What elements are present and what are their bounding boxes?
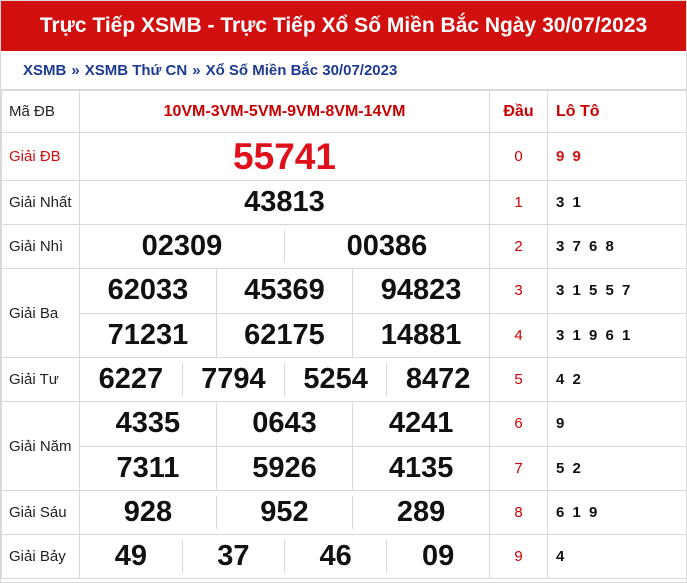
prize-number-ba: 45369: [215, 269, 353, 313]
loto-dau-9: 9: [489, 534, 548, 579]
loto-dau-8: 8: [489, 490, 548, 535]
loto-values-9: 4: [547, 534, 687, 579]
ma-db-code: 10VM-3VM-5VM-9VM-8VM-14VM: [79, 90, 490, 133]
table-row: Giải Nhất 43813 1 3 1: [1, 180, 687, 225]
loto-values-4: 3 1 9 6 1: [547, 312, 687, 358]
prize-number-nam: 4135: [352, 445, 489, 490]
prize-numbers-bay: 49 37 46 09: [79, 534, 490, 579]
prize-number-nhi: 02309: [141, 230, 223, 262]
prize-number-nhat: 43813: [79, 180, 490, 225]
results-table: Mã ĐB 10VM-3VM-5VM-9VM-8VM-14VM Đầu Lô T…: [1, 90, 687, 579]
breadcrumb-link-xsmb-date[interactable]: Xổ Số Miền Bắc 30/07/2023: [206, 62, 398, 79]
prize-label-ba: Giải Ba: [1, 268, 80, 358]
table-row: Giải Nhì 02309 00386 2 3 7 6 8: [1, 224, 687, 269]
loto-dau-0: 0: [489, 132, 548, 181]
loto-values-1: 3 1: [547, 180, 687, 225]
table-row: Mã ĐB 10VM-3VM-5VM-9VM-8VM-14VM Đầu Lô T…: [1, 90, 687, 133]
loto-dau-7: 7: [489, 445, 548, 491]
prize-number-nhi: 00386: [284, 230, 489, 263]
ma-db-label: Mã ĐB: [1, 90, 80, 133]
prize-number-nam: 4335: [115, 407, 181, 440]
prize-number-ba: 71231: [80, 312, 217, 357]
breadcrumb-separator: »: [192, 61, 201, 79]
loto-dau-3: 3: [489, 268, 548, 314]
prize-numbers-ba: 62033 45369 94823 71231 62175 14881: [79, 268, 490, 358]
prize-label-tu: Giải Tư: [1, 357, 80, 402]
dau-header: Đầu: [489, 90, 548, 133]
loto-header: Lô Tô: [547, 90, 687, 133]
table-row: Giải ĐB 55741 0 9 9: [1, 132, 687, 181]
prize-number-nam: 0643: [215, 402, 353, 446]
prize-number-sau: 928: [123, 496, 173, 528]
prize-number-nam: 7311: [80, 445, 217, 490]
table-row: Giải Sáu 928 952 289 8 6 1 9: [1, 490, 687, 535]
loto-values-5: 4 2: [547, 357, 687, 402]
loto-dau-6: 6: [489, 401, 548, 447]
loto-dau-1: 1: [489, 180, 548, 225]
prize-label-nhi: Giải Nhì: [1, 224, 80, 269]
loto-dau-5: 5: [489, 357, 548, 402]
breadcrumb-separator: »: [71, 61, 80, 79]
prize-number-tu: 8472: [386, 363, 489, 396]
prize-number-bay: 37: [181, 540, 285, 573]
prize-number-ba: 94823: [352, 269, 489, 313]
loto-values-0: 9 9: [547, 132, 687, 181]
table-row: Giải Ba 62033 45369 94823 71231 62175 14…: [1, 268, 687, 358]
prize-number-tu: 6227: [98, 363, 164, 395]
breadcrumb-link-xsmb[interactable]: XSMB: [23, 62, 66, 79]
loto-dau-2: 2: [489, 224, 548, 269]
table-row: Giải Tư 6227 7794 5254 8472 5 4 2: [1, 357, 687, 402]
breadcrumb: XSMB » XSMB Thứ CN » Xổ Số Miền Bắc 30/0…: [1, 51, 686, 90]
prize-numbers-tu: 6227 7794 5254 8472: [79, 357, 490, 402]
prize-label-sau: Giải Sáu: [1, 490, 80, 535]
prize-number-tu: 7794: [181, 363, 285, 396]
prize-numbers-nam: 4335 0643 4241 7311 5926 4135: [79, 401, 490, 491]
page-title: Trực Tiếp XSMB - Trực Tiếp Xổ Số Miền Bắ…: [1, 1, 686, 51]
prize-number-nam: 5926: [215, 445, 353, 490]
loto-values-6: 9: [547, 401, 687, 447]
breadcrumb-link-xsmb-sunday[interactable]: XSMB Thứ CN: [85, 62, 188, 79]
prize-label-nam: Giải Năm: [1, 401, 80, 491]
loto-values-3: 3 1 5 5 7: [547, 268, 687, 314]
prize-number-tu: 5254: [283, 363, 387, 396]
prize-label-bay: Giải Bảy: [1, 534, 80, 579]
prize-number-ba: 14881: [352, 312, 489, 357]
prize-number-nam: 4241: [352, 402, 489, 446]
loto-dau-4: 4: [489, 312, 548, 358]
prize-number-ba: 62175: [215, 312, 353, 357]
loto-values-2: 3 7 6 8: [547, 224, 687, 269]
prize-number-bay: 46: [283, 540, 387, 573]
prize-number-bay: 49: [114, 540, 147, 572]
prize-numbers-nhi: 02309 00386: [79, 224, 490, 269]
prize-label-db: Giải ĐB: [1, 132, 80, 181]
lottery-result-widget: Trực Tiếp XSMB - Trực Tiếp Xổ Số Miền Bắ…: [0, 0, 687, 583]
table-row: Giải Năm 4335 0643 4241 7311 5926 4135 6: [1, 401, 687, 491]
loto-values-7: 5 2: [547, 445, 687, 491]
prize-number-ba: 62033: [107, 274, 189, 307]
prize-number-bay: 09: [386, 540, 489, 573]
prize-number-db: 55741: [79, 132, 490, 181]
prize-numbers-sau: 928 952 289: [79, 490, 490, 535]
prize-label-nhat: Giải Nhất: [1, 180, 80, 225]
table-row: Giải Bảy 49 37 46 09 9 4: [1, 534, 687, 579]
prize-number-sau: 289: [352, 496, 489, 529]
loto-values-8: 6 1 9: [547, 490, 687, 535]
prize-number-sau: 952: [215, 496, 353, 529]
